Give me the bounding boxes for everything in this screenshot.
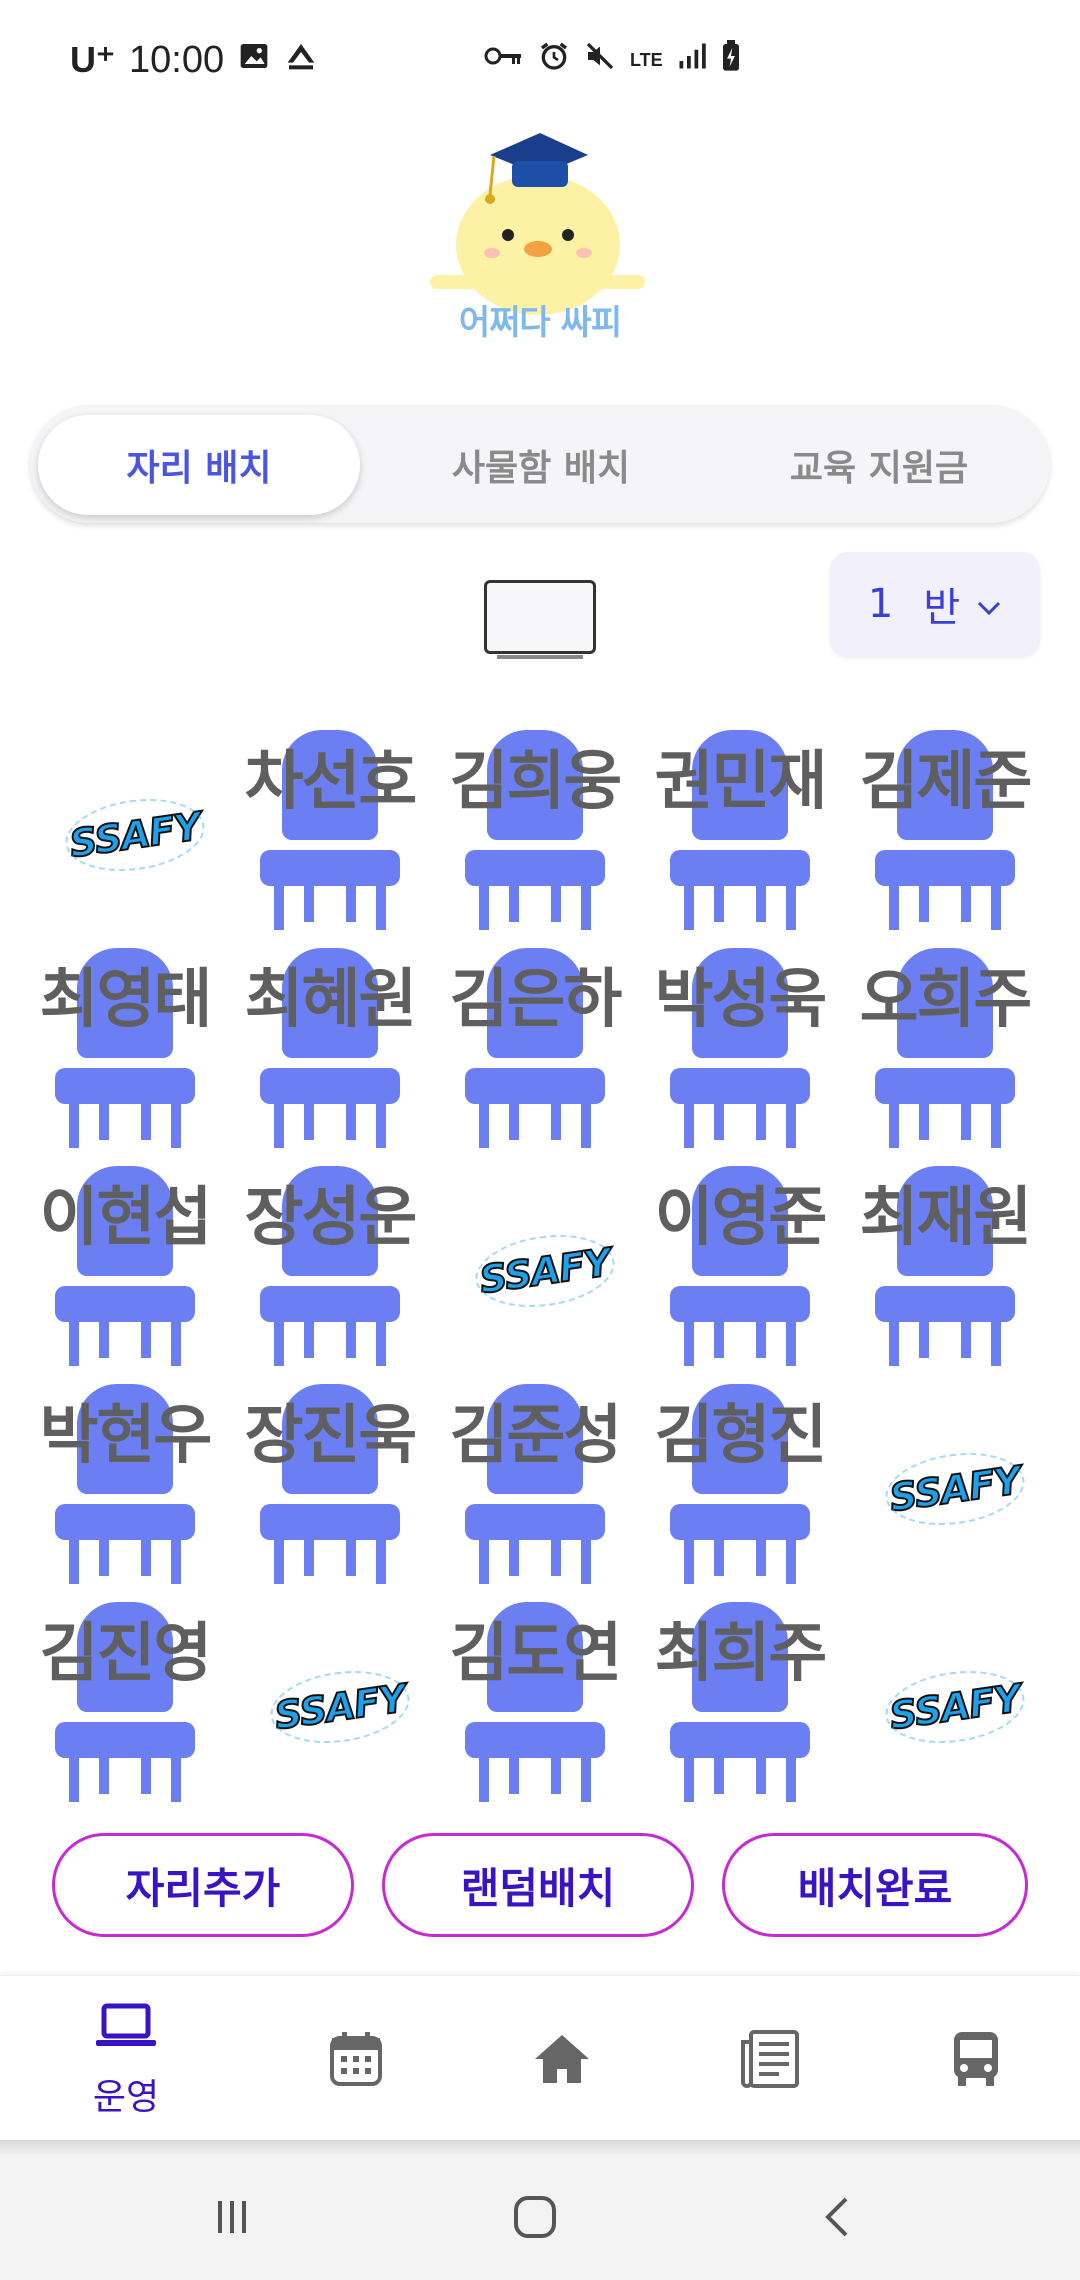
seat[interactable]: 김도연 (435, 1592, 635, 1812)
student-name: 김형진 (654, 1399, 828, 1473)
class-dropdown[interactable]: 1 반 (830, 552, 1040, 656)
student-name: 오희주 (859, 963, 1033, 1037)
ssafy-logo-text: SSAFY (476, 1239, 614, 1303)
student-name: 최영태 (39, 963, 213, 1037)
add-seat-button[interactable]: 자리추가 (52, 1833, 354, 1937)
vpn-key-icon (484, 43, 524, 77)
empty-seat[interactable]: SSAFY (845, 1592, 1045, 1812)
ssafy-logo-text: SSAFY (271, 1675, 409, 1739)
student-name: 이현섭 (39, 1181, 213, 1255)
seat[interactable]: 김진영 (25, 1592, 225, 1812)
empty-seat[interactable]: SSAFY (435, 1156, 635, 1376)
home-button-icon[interactable] (485, 2174, 585, 2260)
empty-seat[interactable]: SSAFY (845, 1374, 1045, 1594)
seat[interactable]: 이영준 (640, 1156, 840, 1376)
calendar-icon (328, 2030, 384, 2092)
laptop-icon (94, 2002, 158, 2054)
nav-home[interactable] (492, 1976, 632, 2146)
bus-icon (950, 2030, 1002, 2092)
status-bar: U⁺ 10:00 LTE (0, 0, 1080, 120)
tab-education-subsidy[interactable]: 교육 지원금 (718, 415, 1040, 515)
student-name: 김제준 (859, 745, 1033, 819)
seat[interactable]: 장성운 (230, 1156, 430, 1376)
student-name: 최재원 (859, 1181, 1033, 1255)
system-navigation-bar (0, 2154, 1080, 2280)
random-arrange-button[interactable]: 랜덤배치 (382, 1833, 694, 1937)
logo-text: 어쩌다 싸피 (458, 303, 622, 343)
seat[interactable]: 최희주 (640, 1592, 840, 1812)
clock: 10:00 (129, 38, 225, 81)
nav-news[interactable] (700, 1976, 840, 2146)
seat[interactable]: 최영태 (25, 938, 225, 1158)
nav-operation-label: 운영 (92, 2077, 160, 2118)
ssafy-logo: SSAFY (266, 1663, 414, 1752)
finish-arrange-button[interactable]: 배치완료 (722, 1833, 1028, 1937)
class-unit: 반 (923, 585, 961, 631)
seat[interactable]: 김은하 (435, 938, 635, 1158)
seat[interactable]: 차선호 (230, 720, 430, 940)
seat[interactable]: 이현섭 (25, 1156, 225, 1376)
seat[interactable]: 최재원 (845, 1156, 1045, 1376)
student-name: 최혜원 (244, 963, 418, 1037)
student-name: 권민재 (654, 745, 828, 819)
seat[interactable]: 김준성 (435, 1374, 635, 1594)
nav-bus[interactable] (906, 1976, 1046, 2146)
ssafy-logo: SSAFY (881, 1663, 1029, 1752)
tab-locker-arrangement[interactable]: 사물함 배치 (380, 415, 702, 515)
student-name: 장진욱 (244, 1399, 418, 1473)
student-name: 이영준 (654, 1181, 828, 1255)
class-number: 1 (867, 581, 894, 627)
student-name: 최희주 (654, 1617, 828, 1691)
student-name: 김희웅 (449, 745, 623, 819)
newspaper-icon (739, 2028, 801, 2094)
action-bar: 자리추가 랜덤배치 배치완료 (52, 1833, 1028, 1937)
seat[interactable]: 김희웅 (435, 720, 635, 940)
ssafy-logo: SSAFY (61, 791, 209, 880)
carrier-label: U⁺ (70, 39, 115, 80)
ssafy-logo-text: SSAFY (886, 1675, 1024, 1739)
student-name: 장성운 (244, 1181, 418, 1255)
home-icon (533, 2033, 591, 2089)
student-name: 김진영 (39, 1617, 213, 1691)
nav-divider (0, 2140, 1080, 2154)
seat[interactable]: 최혜원 (230, 938, 430, 1158)
seat[interactable]: 김제준 (845, 720, 1045, 940)
nav-calendar[interactable] (286, 1976, 426, 2146)
tab-seat-arrangement[interactable]: 자리 배치 (38, 415, 360, 515)
ssafy-logo: SSAFY (471, 1227, 619, 1316)
whiteboard-icon (484, 580, 596, 659)
alarm-icon (538, 40, 570, 80)
upload-icon (284, 39, 318, 82)
seat[interactable]: 박성욱 (640, 938, 840, 1158)
ssafy-logo-text: SSAFY (66, 803, 204, 867)
seat[interactable]: 박현우 (25, 1374, 225, 1594)
seat[interactable]: 오희주 (845, 938, 1045, 1158)
ssafy-logo-text: SSAFY (886, 1457, 1024, 1521)
back-icon[interactable] (788, 2174, 888, 2260)
chevron-down-icon (976, 581, 1002, 627)
image-icon (238, 39, 270, 82)
seat[interactable]: 권민재 (640, 720, 840, 940)
tab-bar: 자리 배치 사물함 배치 교육 지원금 (30, 405, 1050, 523)
student-name: 김준성 (449, 1399, 623, 1473)
student-name: 박성욱 (654, 963, 828, 1037)
student-name: 김은하 (449, 963, 623, 1037)
empty-seat[interactable]: SSAFY (25, 720, 225, 940)
battery-charging-icon (721, 40, 741, 80)
student-name: 차선호 (244, 745, 418, 819)
recent-apps-icon[interactable] (182, 2174, 282, 2260)
signal-icon (677, 41, 707, 79)
app-logo: 어쩌다 싸피 (420, 125, 660, 350)
seat[interactable]: 김형진 (640, 1374, 840, 1594)
seat[interactable]: 장진욱 (230, 1374, 430, 1594)
empty-seat[interactable]: SSAFY (230, 1592, 430, 1812)
bottom-navigation: 운영 (0, 1975, 1080, 2145)
ssafy-logo: SSAFY (881, 1445, 1029, 1534)
student-name: 박현우 (39, 1399, 213, 1473)
nav-operation[interactable]: 운영 (56, 1976, 196, 2146)
lte-icon: LTE (630, 50, 663, 70)
mute-icon (584, 40, 616, 80)
student-name: 김도연 (449, 1617, 623, 1691)
